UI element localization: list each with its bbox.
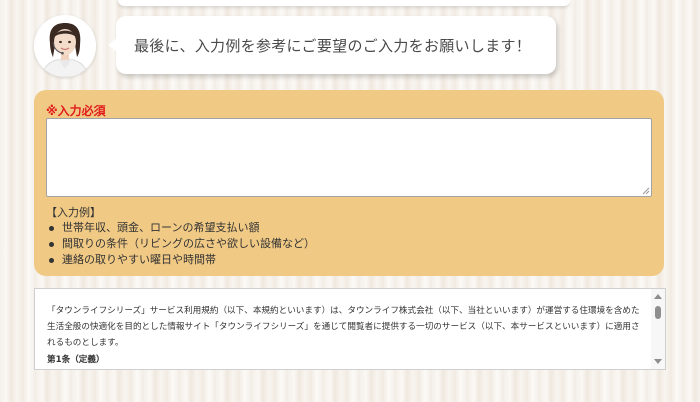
example-item: 連絡の取りやすい曜日や時間帯 — [46, 252, 315, 268]
bullet-icon — [49, 258, 54, 263]
example-item-text: 世帯年収、頭金、ローンの希望支払い額 — [62, 221, 260, 234]
bubble-tail — [108, 38, 117, 52]
terms-section-heading: 第1条（定義） — [47, 355, 105, 365]
example-list: 世帯年収、頭金、ローンの希望支払い額 間取りの条件（リビングの広さや欲しい設備な… — [46, 220, 315, 268]
example-item-text: 間取りの条件（リビングの広さや欲しい設備など） — [62, 237, 315, 250]
bullet-icon — [49, 242, 54, 247]
terms-scroll-box[interactable]: 「タウンライフシリーズ」サービス利用規約（以下、本規約といいます）は、タウンライ… — [34, 288, 666, 370]
bullet-icon — [49, 226, 54, 231]
top-strip — [118, 0, 570, 6]
request-textarea[interactable] — [46, 118, 652, 197]
assistant-message-text: 最後に、入力例を参考にご要望のご入力をお願いします！ — [134, 37, 532, 55]
example-item: 世帯年収、頭金、ローンの希望支払い額 — [46, 220, 315, 236]
example-item: 間取りの条件（リビングの広さや欲しい設備など） — [46, 236, 315, 252]
request-form-panel: ※入力必須 【入力例】 世帯年収、頭金、ローンの希望支払い額 間取りの条件（リビ… — [34, 90, 664, 276]
required-label: ※入力必須 — [46, 104, 106, 118]
scroll-thumb[interactable] — [655, 306, 661, 319]
terms-scrollbar[interactable] — [651, 289, 665, 369]
resize-grip-icon[interactable] — [642, 187, 650, 195]
example-item-text: 連絡の取りやすい曜日や時間帯 — [62, 253, 216, 266]
operator-avatar-icon — [34, 15, 96, 77]
terms-paragraph: 「タウンライフシリーズ」サービス利用規約（以下、本規約といいます）は、タウンライ… — [47, 306, 640, 348]
operator-avatar — [34, 15, 96, 77]
scroll-down-icon[interactable] — [654, 359, 662, 364]
scroll-up-icon[interactable] — [654, 294, 662, 299]
assistant-message-bubble: 最後に、入力例を参考にご要望のご入力をお願いします！ — [108, 16, 556, 74]
example-title: 【入力例】 — [46, 206, 101, 219]
